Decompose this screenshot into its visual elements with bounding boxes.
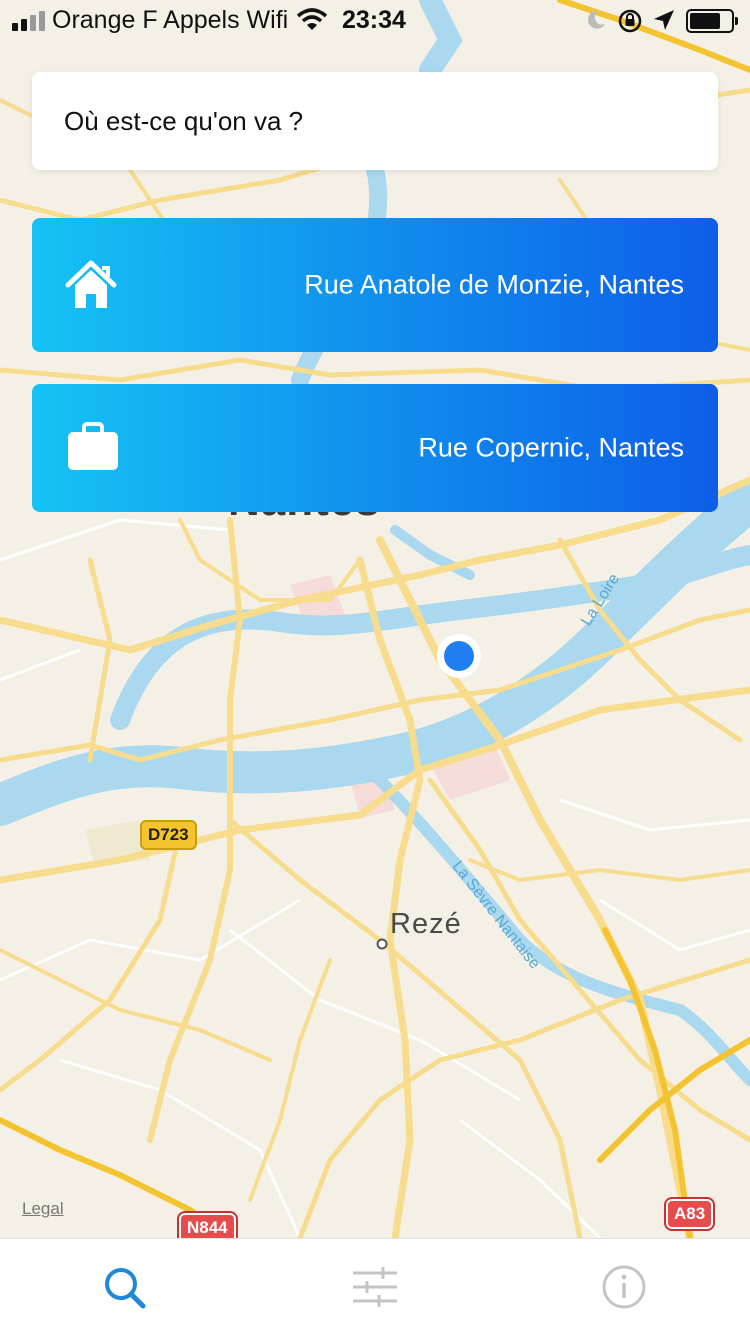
reze-marker [376,938,388,950]
clock: 23:34 [342,6,406,34]
sliders-icon [353,1267,397,1307]
town-label-reze: Rezé [390,908,462,940]
info-icon [602,1265,646,1309]
road-shield-a83: A83 [663,1197,716,1231]
road-shield-d723: D723 [140,820,197,850]
search-icon [105,1268,146,1309]
tab-settings[interactable] [351,1263,399,1311]
work-address: Rue Copernic, Nantes [418,432,684,463]
home-icon [65,260,117,308]
tab-search[interactable] [100,1263,148,1311]
tab-bar [0,1238,750,1335]
signal-icon [12,11,48,31]
orientation-lock-icon [618,9,642,33]
battery-icon [686,9,738,33]
search-placeholder: Où est-ce qu'on va ? [64,106,304,136]
search-box[interactable]: Où est-ce qu'on va ? [32,72,718,170]
work-destination-button[interactable]: Rue Copernic, Nantes [32,384,718,512]
legal-link[interactable]: Legal [22,1199,64,1219]
carrier-name: Orange F Appels Wifi [52,6,289,34]
wifi-icon [296,8,328,30]
home-destination-button[interactable]: Rue Anatole de Monzie, Nantes [32,218,718,352]
tab-info[interactable] [600,1263,648,1311]
home-address: Rue Anatole de Monzie, Nantes [304,269,684,300]
road-shield-n844: N844 [177,1211,238,1238]
location-arrow-icon [654,10,674,30]
briefcase-icon [68,422,118,470]
status-bar: Orange F Appels Wifi 23:34 [0,0,750,42]
map-view[interactable]: Nantes Rezé La Loire La Sèvre Nantaise D… [0,0,750,1238]
moon-icon [588,10,605,29]
user-location-dot [444,641,474,671]
map-canvas [0,0,750,1238]
